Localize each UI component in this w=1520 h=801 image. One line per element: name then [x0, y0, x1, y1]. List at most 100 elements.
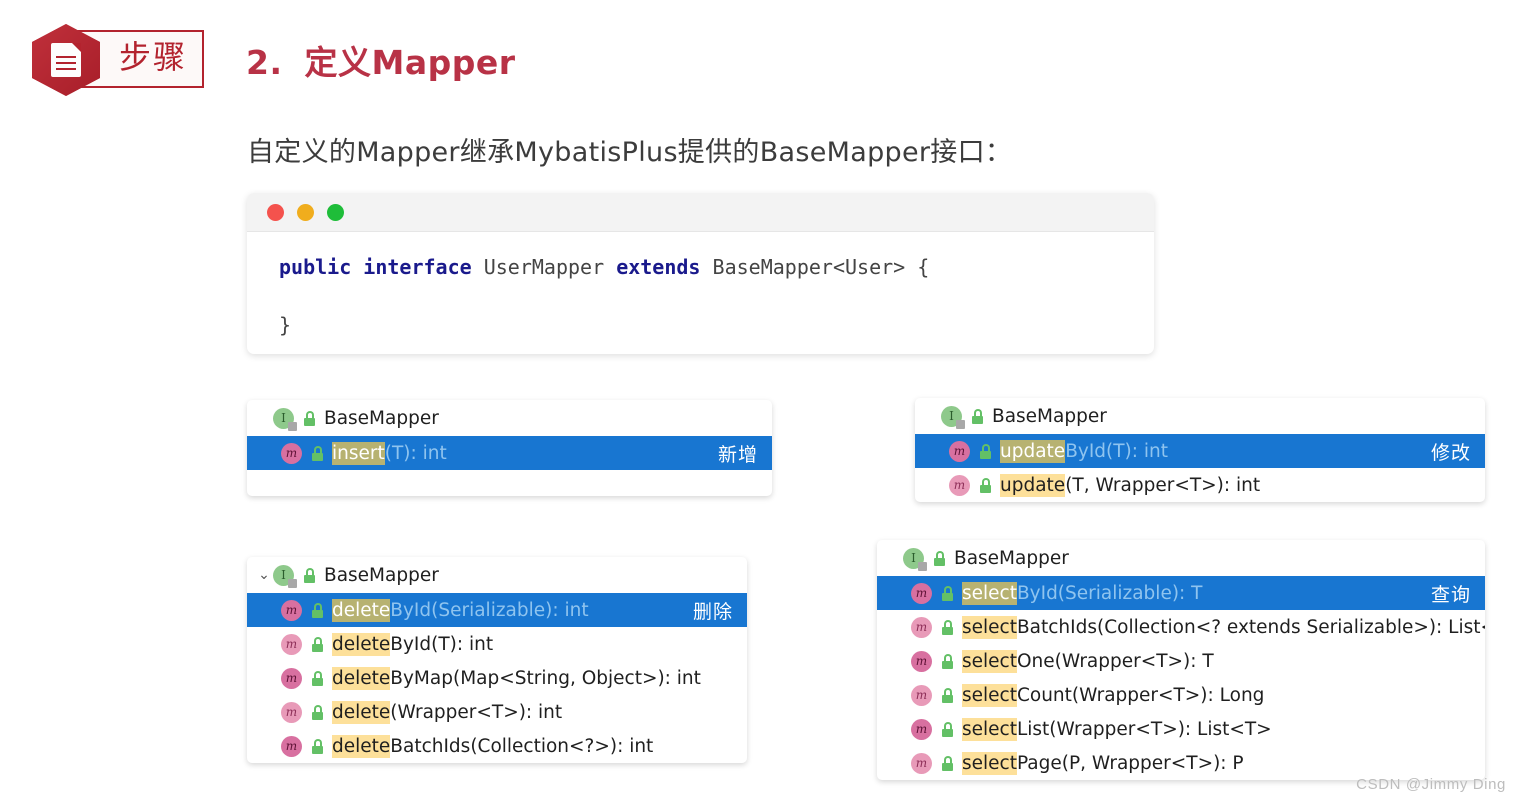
lock-icon	[310, 704, 325, 720]
tree-method-row[interactable]: m delete ById(T): int	[247, 627, 747, 661]
code-window-titlebar	[247, 193, 1154, 232]
lock-icon	[302, 567, 317, 583]
method-name-highlight: select	[962, 581, 1017, 605]
lock-icon	[940, 687, 955, 703]
lock-icon	[310, 670, 325, 686]
method-name-highlight: delete	[332, 666, 391, 690]
tree-method-row[interactable]: m select ById(Serializable): T 查询	[877, 576, 1485, 610]
ide-panel-insert[interactable]: I BaseMapper m insert (T): int 新增	[247, 400, 772, 496]
page-title-number: 2.	[246, 43, 283, 82]
method-name-highlight: select	[962, 717, 1017, 741]
method-name-highlight: delete	[332, 734, 391, 758]
tree-method-row[interactable]: m select List(Wrapper<T>): List<T>	[877, 712, 1485, 746]
method-signature: ByMap(Map<String, Object>): int	[390, 667, 701, 689]
lock-icon	[978, 477, 993, 493]
method-icon: m	[281, 442, 302, 464]
interface-icon: I	[903, 547, 927, 571]
tree-method-row[interactable]: m select Count(Wrapper<T>): Long	[877, 678, 1485, 712]
method-icon: m	[949, 474, 970, 496]
method-icon: m	[281, 633, 302, 655]
tree-header-label: BaseMapper	[324, 407, 439, 429]
lock-icon	[940, 755, 955, 771]
operation-tag: 修改	[1430, 441, 1471, 464]
method-name-highlight: delete	[332, 598, 391, 622]
lock-icon	[978, 443, 993, 459]
method-name-highlight: update	[1000, 439, 1066, 463]
method-icon: m	[911, 718, 932, 740]
tree-method-row[interactable]: m delete ById(Serializable): int 删除	[247, 593, 747, 627]
ide-panel-delete[interactable]: ⌄ I BaseMapper m delete ById(Serializable): i…	[247, 557, 747, 763]
page-title-text: 定义Mapper	[304, 43, 516, 82]
keyword-interface: interface	[363, 255, 472, 279]
maximize-icon[interactable]	[327, 203, 344, 221]
lock-icon	[940, 619, 955, 635]
method-signature: Count(Wrapper<T>): Long	[1016, 684, 1265, 706]
type-name: UserMapper	[483, 255, 605, 279]
tree-header-row[interactable]: I BaseMapper	[247, 400, 772, 436]
close-icon[interactable]	[267, 203, 284, 221]
tree-method-row[interactable]: m select BatchIds(Collection<? extends Ser…	[877, 610, 1485, 644]
tree-blank-row	[247, 470, 772, 496]
method-signature: ById(T): int	[390, 633, 494, 655]
super-type: BaseMapper<User> {	[712, 255, 930, 279]
minimize-icon[interactable]	[297, 203, 314, 221]
intro-text: 自定义的Mapper继承MybatisPlus提供的BaseMapper接口：	[247, 137, 1013, 168]
method-icon: m	[911, 752, 932, 774]
tree-header-label: BaseMapper	[992, 405, 1107, 427]
interface-icon: I	[273, 407, 297, 431]
tree-header-row[interactable]: I BaseMapper	[877, 540, 1485, 576]
method-name-highlight: select	[962, 683, 1017, 707]
step-badge: 步骤	[32, 24, 206, 96]
tree-method-row[interactable]: m update ById(T): int 修改	[915, 434, 1485, 468]
method-icon: m	[281, 667, 302, 689]
lock-icon	[970, 408, 985, 424]
lock-icon	[310, 738, 325, 754]
tree-method-row[interactable]: m delete (Wrapper<T>): int	[247, 695, 747, 729]
watermark: CSDN @Jimmy Ding	[1356, 776, 1506, 793]
chevron-down-icon[interactable]: ⌄	[255, 568, 273, 582]
method-icon: m	[281, 735, 302, 757]
tree-method-row[interactable]: m delete BatchIds(Collection<?>): int	[247, 729, 747, 763]
keyword-extends: extends	[616, 255, 701, 279]
method-name-highlight: update	[1000, 473, 1066, 497]
lock-icon	[310, 636, 325, 652]
tree-header-label: BaseMapper	[324, 564, 439, 586]
method-name-highlight: delete	[332, 700, 391, 724]
lock-icon	[940, 585, 955, 601]
lock-icon	[302, 410, 317, 426]
operation-tag: 新增	[717, 443, 758, 466]
method-icon: m	[911, 684, 932, 706]
method-signature: BatchIds(Collection<? extends Serializab…	[1016, 616, 1485, 638]
tree-method-row[interactable]: m update (T, Wrapper<T>): int	[915, 468, 1485, 502]
operation-tag: 删除	[692, 600, 733, 623]
method-name-highlight: select	[962, 751, 1017, 775]
operation-tag: 查询	[1430, 583, 1471, 606]
tree-header-label: BaseMapper	[954, 547, 1069, 569]
page-title: 2. 定义Mapper	[246, 36, 516, 84]
method-signature: (T): int	[384, 442, 447, 464]
method-signature: ById(Serializable): int	[390, 599, 589, 621]
method-signature: (T, Wrapper<T>): int	[1065, 474, 1261, 496]
code-line-close: }	[279, 313, 292, 337]
method-icon: m	[911, 616, 932, 638]
ide-panel-update[interactable]: I BaseMapper m update ById(T): int 修改 m update(…	[915, 398, 1485, 502]
method-icon: m	[949, 440, 970, 462]
method-signature: Page(P, Wrapper<T>): P	[1016, 752, 1244, 774]
method-signature: ById(T): int	[1065, 440, 1168, 462]
ide-panel-select[interactable]: I BaseMapper m select ById(Serializable): T查…	[877, 540, 1485, 780]
tree-method-row[interactable]: m select One(Wrapper<T>): T	[877, 644, 1485, 678]
method-name-highlight: select	[962, 649, 1017, 673]
lock-icon	[940, 721, 955, 737]
code-body: public interface UserMapper extends Base…	[247, 232, 1154, 345]
method-signature: One(Wrapper<T>): T	[1016, 650, 1214, 672]
tree-method-row[interactable]: m insert (T): int 新增	[247, 436, 772, 470]
interface-icon: I	[273, 564, 297, 588]
tree-header-row[interactable]: I BaseMapper	[915, 398, 1485, 434]
interface-icon: I	[941, 405, 965, 429]
badge-label: 步骤	[118, 38, 187, 76]
tree-method-row[interactable]: m delete ByMap(Map<String, Object>): int	[247, 661, 747, 695]
tree-method-row[interactable]: m select Page(P, Wrapper<T>): P	[877, 746, 1485, 780]
method-icon: m	[911, 582, 932, 604]
tree-header-row[interactable]: ⌄ I BaseMapper	[247, 557, 747, 593]
